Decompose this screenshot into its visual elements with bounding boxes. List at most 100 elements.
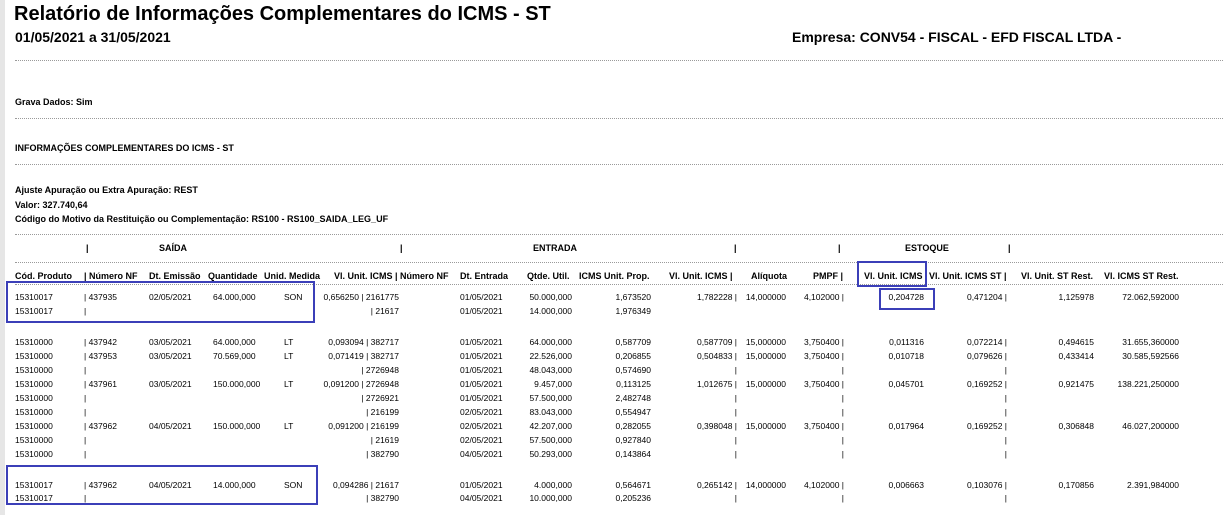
cell-vl-unit-icms-entrada: | xyxy=(734,407,737,417)
cell-vl-icms-st-rest: 138.221,250000 xyxy=(1117,379,1179,389)
cell-vl-unit-icms-st: 0,103076 | xyxy=(966,480,1007,490)
cell-vl-unit-icms-entrada: 1,782228 | xyxy=(696,292,737,302)
codigo-motivo: Código do Motivo da Restituição ou Compl… xyxy=(15,214,389,224)
cell-pmpf: 3,750400 | xyxy=(803,379,844,389)
cell-dt-emissao: 04/05/2021 xyxy=(149,421,192,431)
cell-qtde-util: 9.457,000 xyxy=(534,379,572,389)
cell-vl-unit-icms-saida: | 21619 xyxy=(370,435,399,445)
cell-unid-medida: LT xyxy=(284,421,294,431)
cell-numero-nf-saida: | 437962 xyxy=(84,421,117,431)
cell-numero-nf-saida: | 437953 xyxy=(84,351,117,361)
cell-vl-unit-icms-st: 0,079626 | xyxy=(966,351,1007,361)
cell-vl-unit-icms-saida: 0,656250 | 2161775 xyxy=(323,292,399,302)
col-vl-unit-st-rest: Vl. Unit. ST Rest. xyxy=(1021,271,1094,281)
company-name: Empresa: CONV54 - FISCAL - EFD FISCAL LT… xyxy=(792,29,1122,45)
cell-vl-unit-icms-saida: | 382790 xyxy=(366,449,399,459)
col-icms-unit-prop: ICMS Unit. Prop. xyxy=(579,271,650,281)
cell-dt-entrada: 01/05/2021 xyxy=(460,306,503,316)
cell-cod-produto: 15310000 xyxy=(15,421,53,431)
cell-vl-unit-icms-saida: | 2726948 xyxy=(361,365,399,375)
col-unid-medida: Unid. Medida xyxy=(264,271,320,281)
valor: Valor: 327.740,64 xyxy=(15,200,88,210)
cell-icms-unit-prop: 1,976349 xyxy=(615,306,651,316)
cell-dt-entrada: 01/05/2021 xyxy=(460,480,503,490)
dotted-separator xyxy=(15,164,1223,165)
group-separator: | xyxy=(838,243,841,253)
col-quantidade: Quantidade xyxy=(208,271,258,281)
cell-cod-produto: 15310000 xyxy=(15,407,53,417)
cell-vl-unit-icms-entrada: 1,012675 | xyxy=(696,379,737,389)
ajuste-apuracao: Ajuste Apuração ou Extra Apuração: REST xyxy=(15,185,198,195)
col-aliquota: Alíquota xyxy=(751,271,787,281)
cell-vl-unit-st-rest: 0,306848 xyxy=(1058,421,1094,431)
cell-vl-unit-icms-st: 0,169252 | xyxy=(966,421,1007,431)
cell-aliquota: 15,000000 xyxy=(745,421,786,431)
cell-pmpf: 3,750400 | xyxy=(803,337,844,347)
cell-vl-unit-icms-entrada: 0,265142 | xyxy=(696,480,737,490)
cell-numero-nf-saida: | 437942 xyxy=(84,337,117,347)
report-title: Relatório de Informações Complementares … xyxy=(14,3,551,25)
col-vl-icms-st-rest: Vl. ICMS ST Rest. xyxy=(1104,271,1179,281)
cell-vl-unit-st-rest: 0,433414 xyxy=(1058,351,1094,361)
cell-vl-unit-st-rest: 0,494615 xyxy=(1058,337,1094,347)
cell-aliquota: 15,000000 xyxy=(745,337,786,347)
cell-dt-entrada: 02/05/2021 xyxy=(460,407,503,417)
cell-pmpf: | xyxy=(841,435,844,445)
cell-vl-unit-icms-entrada: 0,587709 | xyxy=(696,337,737,347)
cell-vl-unit-icms-st: | xyxy=(1004,393,1007,403)
col-qtde-util: Qtde. Util. xyxy=(527,271,570,281)
cell-quantidade: 150.000,000 xyxy=(213,421,261,431)
cell-icms-unit-prop: 0,927840 xyxy=(615,435,651,445)
cell-unid-medida: LT xyxy=(284,337,294,347)
cell-icms-unit-prop: 0,113125 xyxy=(616,379,651,389)
cell-vl-unit-icms-st: 0,471204 | xyxy=(966,292,1007,302)
dotted-separator xyxy=(15,118,1223,119)
cell-vl-unit-icms-entrada: | xyxy=(734,435,737,445)
cell-vl-unit-icms-saida: | 216199 xyxy=(366,407,399,417)
cell-vl-icms-st-rest: 31.655,360000 xyxy=(1122,337,1179,347)
cell-vl-unit-icms-st: 0,169252 | xyxy=(966,379,1007,389)
highlight-box xyxy=(6,465,318,505)
group-separator: | xyxy=(734,243,737,253)
cell-vl-unit-icms-saida: 0,094286 | 21617 xyxy=(332,480,399,490)
section-title: INFORMAÇÕES COMPLEMENTARES DO ICMS - ST xyxy=(15,143,234,153)
cell-icms-unit-prop: 0,206855 xyxy=(615,351,651,361)
dotted-separator xyxy=(15,60,1223,61)
cell-cod-produto: 15310000 xyxy=(15,435,53,445)
cell-numero-nf-saida: | xyxy=(84,407,87,417)
cell-vl-unit-icms-entrada: | xyxy=(734,493,737,503)
cell-cod-produto: 15310000 xyxy=(15,393,53,403)
cell-icms-unit-prop: 0,205236 xyxy=(615,493,651,503)
cell-vl-unit-icms-entrada: | xyxy=(734,365,737,375)
col-numero-nf: | Número NF xyxy=(84,271,138,281)
cell-vl-icms-st-rest: 30.585,592566 xyxy=(1122,351,1179,361)
cell-vl-unit-icms-st: | xyxy=(1004,493,1007,503)
cell-numero-nf-saida: | xyxy=(84,365,87,375)
cell-dt-emissao: 03/05/2021 xyxy=(149,379,192,389)
cell-vl-unit-icms-saida: | 21617 xyxy=(370,306,399,316)
cell-qtde-util: 83.043,000 xyxy=(529,407,572,417)
highlight-box xyxy=(857,261,927,287)
cell-vl-unit-st-rest: 0,921475 xyxy=(1058,379,1094,389)
cell-vl-unit-icms-saida: 0,091200 | 216199 xyxy=(328,421,399,431)
cell-qtde-util: 64.000,000 xyxy=(529,337,572,347)
col-vl-unit-icms-entrada: Vl. Unit. ICMS | xyxy=(669,271,733,281)
cell-pmpf: | xyxy=(841,493,844,503)
cell-vl-unit-icms-entrada: | xyxy=(734,449,737,459)
col-dt-entrada: Dt. Entrada xyxy=(460,271,509,281)
cell-aliquota: 14,000000 xyxy=(745,292,786,302)
cell-vl-unit-icms-st: | xyxy=(1004,365,1007,375)
cell-vl-unit-icms-estoque: 0,045701 xyxy=(888,379,924,389)
group-estoque: ESTOQUE xyxy=(905,243,949,253)
cell-numero-nf-saida: | xyxy=(84,449,87,459)
grava-dados: Grava Dados: Sim xyxy=(15,97,93,107)
group-separator: | xyxy=(86,243,89,253)
cell-icms-unit-prop: 2,482748 xyxy=(615,393,651,403)
cell-vl-unit-icms-st: | xyxy=(1004,449,1007,459)
cell-pmpf: 3,750400 | xyxy=(803,421,844,431)
left-margin-bar xyxy=(0,0,5,515)
cell-icms-unit-prop: 0,587709 xyxy=(615,337,651,347)
dotted-separator xyxy=(15,234,1223,235)
highlight-box xyxy=(879,288,935,310)
cell-vl-unit-icms-estoque: 0,017964 xyxy=(888,421,924,431)
